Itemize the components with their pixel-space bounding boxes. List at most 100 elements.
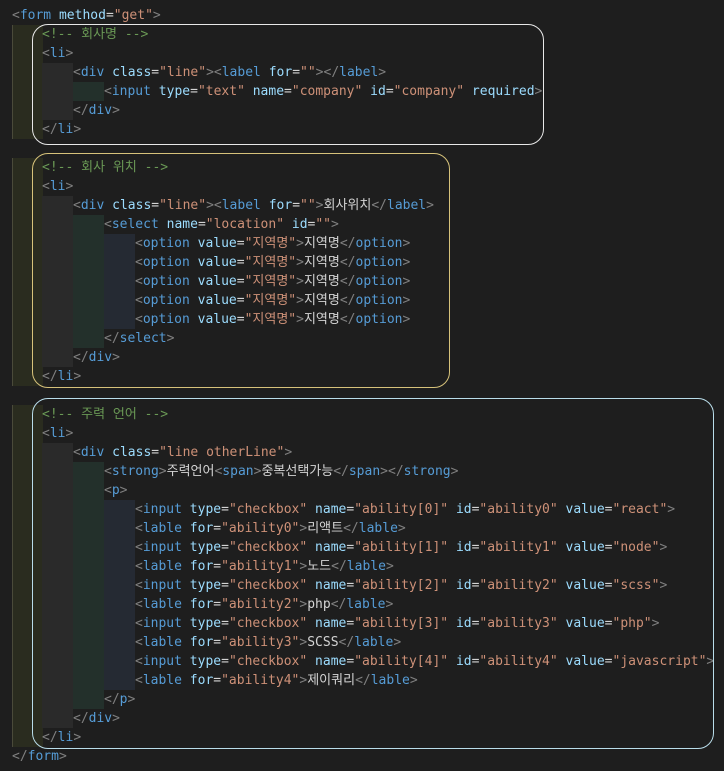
- code-line: <option value="지역명">지역명</option>: [0, 272, 724, 291]
- indent-guide: [42, 63, 73, 82]
- indent-guide: [42, 557, 73, 576]
- indent-guide: [12, 234, 43, 253]
- code-line: </p>: [0, 690, 724, 709]
- indent-guide: [42, 690, 73, 709]
- code-text: <select name="location" id="">: [104, 217, 339, 232]
- indent-guide: [42, 253, 73, 272]
- code-line: <form method="get">: [0, 6, 724, 25]
- code-text: </div>: [73, 711, 120, 726]
- indent-guide: [12, 690, 43, 709]
- code-text: <lable for="ability4">제이쿼리</lable>: [135, 673, 418, 688]
- indent-guide: [12, 671, 43, 690]
- code-line: <input type="text" name="company" id="co…: [0, 82, 724, 101]
- code-line: <option value="지역명">지역명</option>: [0, 310, 724, 329]
- code-line: </li>: [0, 728, 724, 747]
- code-text: <option value="지역명">지역명</option>: [135, 236, 411, 251]
- code-text: </form>: [12, 749, 67, 764]
- code-line: <input type="checkbox" name="ability[3]"…: [0, 614, 724, 633]
- code-text: </select>: [104, 331, 175, 346]
- indent-guide: [12, 709, 43, 728]
- indent-guide: [12, 44, 43, 63]
- code-text: <input type="checkbox" name="ability[1]"…: [135, 540, 668, 555]
- code-text: <p>: [104, 483, 128, 498]
- indent-guide: [12, 519, 43, 538]
- code-text: <option value="지역명">지역명</option>: [135, 255, 411, 270]
- indent-guide: [12, 500, 43, 519]
- code-text: <strong>주력언어<span>중복선택가능</span></strong>: [104, 464, 459, 479]
- indent-guide: [42, 215, 73, 234]
- code-text: <lable for="ability3">SCSS</lable>: [135, 635, 402, 650]
- indent-guide: [42, 614, 73, 633]
- indent-guide: [73, 500, 104, 519]
- indent-guide: [73, 614, 104, 633]
- indent-guide: [12, 652, 43, 671]
- code-text: <input type="checkbox" name="ability[4]"…: [135, 654, 715, 669]
- code-editor[interactable]: </form> </li> </div> </p> <lable for="abilit…: [0, 0, 724, 771]
- code-line: <option value="지역명">지역명</option>: [0, 291, 724, 310]
- indent-guide: [42, 329, 73, 348]
- indent-guide: [73, 652, 104, 671]
- code-line: <input type="checkbox" name="ability[1]"…: [0, 538, 724, 557]
- code-line: <div class="line"><label for=""></label>: [0, 63, 724, 82]
- code-line: <!-- 회사 위치 -->: [0, 158, 724, 177]
- indent-guide: [104, 234, 135, 253]
- indent-guide: [12, 291, 43, 310]
- indent-guide: [104, 253, 135, 272]
- code-text: <div class="line"><label for=""></label>: [73, 65, 387, 80]
- code-text: <input type="text" name="company" id="co…: [104, 84, 543, 99]
- indent-guide: [104, 633, 135, 652]
- indent-guide: [42, 82, 73, 101]
- indent-guide: [104, 671, 135, 690]
- indent-guide: [42, 709, 73, 728]
- code-line: <input type="checkbox" name="ability[2]"…: [0, 576, 724, 595]
- indent-guide: [12, 481, 43, 500]
- indent-guide: [104, 576, 135, 595]
- indent-guide: [42, 310, 73, 329]
- code-line: </li>: [0, 367, 724, 386]
- code-line: </div>: [0, 348, 724, 367]
- indent-guide: [12, 462, 43, 481]
- indent-guide: [12, 120, 43, 139]
- code-text: </li>: [42, 369, 82, 384]
- code-line: <select name="location" id="">: [0, 215, 724, 234]
- indent-guide: [12, 272, 43, 291]
- indent-guide: [73, 538, 104, 557]
- indent-guide: [73, 462, 104, 481]
- indent-guide: [73, 519, 104, 538]
- indent-guide: [42, 595, 73, 614]
- code-line: <lable for="ability4">제이쿼리</lable>: [0, 671, 724, 690]
- indent-guide: [42, 633, 73, 652]
- code-text: <div class="line otherLine">: [73, 445, 293, 460]
- code-line: <li>: [0, 44, 724, 63]
- indent-guide: [12, 158, 43, 177]
- code-text: <div class="line"><label for="">회사위치</la…: [73, 198, 434, 213]
- code-text: <li>: [42, 179, 74, 194]
- indent-guide: [42, 234, 73, 253]
- code-line: <lable for="ability0">리액트</lable>: [0, 519, 724, 538]
- code-text: <lable for="ability1">노드</lable>: [135, 559, 394, 574]
- indent-guide: [12, 614, 43, 633]
- indent-guide: [12, 424, 43, 443]
- code-text: <input type="checkbox" name="ability[2]"…: [135, 578, 668, 593]
- code-line: <div class="line"><label for="">회사위치</la…: [0, 196, 724, 215]
- code-text: <!-- 회사 위치 -->: [42, 160, 169, 175]
- code-text: <li>: [42, 426, 74, 441]
- code-text: <option value="지역명">지역명</option>: [135, 274, 411, 289]
- indent-guide: [73, 576, 104, 595]
- indent-guide: [104, 519, 135, 538]
- indent-guide: [104, 652, 135, 671]
- indent-guide: [42, 443, 73, 462]
- code-line: <lable for="ability1">노드</lable>: [0, 557, 724, 576]
- code-line: <!-- 주력 언어 -->: [0, 405, 724, 424]
- code-text: <option value="지역명">지역명</option>: [135, 312, 411, 327]
- indent-guide: [12, 63, 43, 82]
- indent-guide: [73, 234, 104, 253]
- indent-guide: [42, 348, 73, 367]
- code-line: <strong>주력언어<span>중복선택가능</span></strong>: [0, 462, 724, 481]
- indent-guide: [104, 310, 135, 329]
- indent-guide: [104, 557, 135, 576]
- code-text: </div>: [73, 350, 120, 365]
- code-text: </li>: [42, 122, 82, 137]
